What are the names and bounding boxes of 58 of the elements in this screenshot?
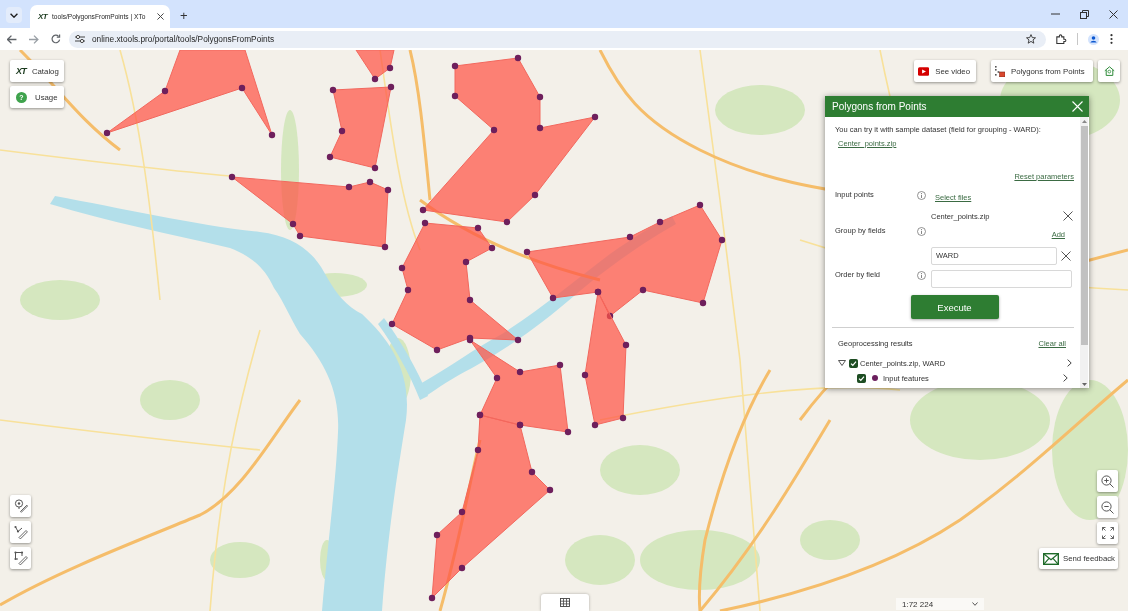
tab-search-button[interactable] [6,7,22,23]
url-text: online.xtools.pro/portal/tools/PolygonsFromPoints [92,34,275,44]
table-icon [560,598,570,607]
dots-square-icon [995,65,1005,77]
measure-area-button[interactable] [10,547,31,569]
home-button[interactable] [1098,60,1120,82]
menu-icon[interactable] [1110,34,1113,44]
measure-line-button[interactable] [10,521,31,543]
chevron-down-icon[interactable] [972,602,978,606]
scroll-up-icon[interactable] [1081,120,1087,123]
execute-button[interactable]: Execute [910,295,999,319]
profile-icon[interactable] [1088,33,1099,45]
scrollbar-thumb[interactable] [1080,126,1088,345]
park-area [210,542,270,578]
logo-text: XT [16,66,26,76]
expand-triangle-icon[interactable] [838,360,846,366]
remove-icon[interactable] [1061,250,1071,261]
zoom-in-icon [1101,474,1114,488]
zoom-out-button[interactable] [1097,496,1118,518]
info-icon[interactable] [917,271,926,280]
close-icon[interactable] [1109,9,1118,19]
line-ruler-icon [13,525,28,539]
site-settings-icon[interactable] [75,35,85,43]
restore-icon[interactable] [1080,9,1089,19]
map-scale-text: 1:72 224 [902,599,934,609]
panel-title: Polygons from Points [832,101,927,112]
info-icon[interactable] [917,227,926,236]
fullscreen-button[interactable] [1097,522,1118,544]
scroll-down-icon[interactable] [1081,383,1087,386]
park-area [140,380,200,420]
forward-icon[interactable] [29,34,39,44]
back-icon[interactable] [7,34,17,44]
zoom-in-button[interactable] [1097,470,1118,492]
extensions-icon[interactable] [1056,34,1067,44]
new-tab-button[interactable]: + [176,8,192,24]
home-icon [1103,66,1115,76]
park-area [800,520,860,560]
video-play-icon [918,65,930,77]
bookmark-star-icon[interactable] [1026,34,1036,44]
zoom-out-icon [1101,500,1114,514]
close-icon[interactable] [157,13,164,20]
address-bar[interactable]: online.xtools.pro/portal/tools/PolygonsFromPoints [69,30,1046,48]
chevron-down-icon [10,12,18,18]
attribute-table-button[interactable] [541,594,589,611]
fullscreen-icon [1101,527,1114,539]
polygon-ruler-icon [13,551,28,565]
envelope-icon [1043,552,1059,565]
reload-icon[interactable] [51,34,61,44]
info-icon[interactable] [917,191,926,200]
park-area [565,535,635,585]
order-field-input[interactable] [931,270,1072,288]
pin-ruler-icon [13,499,28,513]
measure-point-button[interactable] [10,495,31,517]
checkbox[interactable] [857,373,866,383]
scrollbar[interactable] [1080,117,1088,388]
checkbox[interactable] [849,358,858,368]
logo-text: XT [38,12,48,21]
remove-icon[interactable] [1063,211,1073,221]
